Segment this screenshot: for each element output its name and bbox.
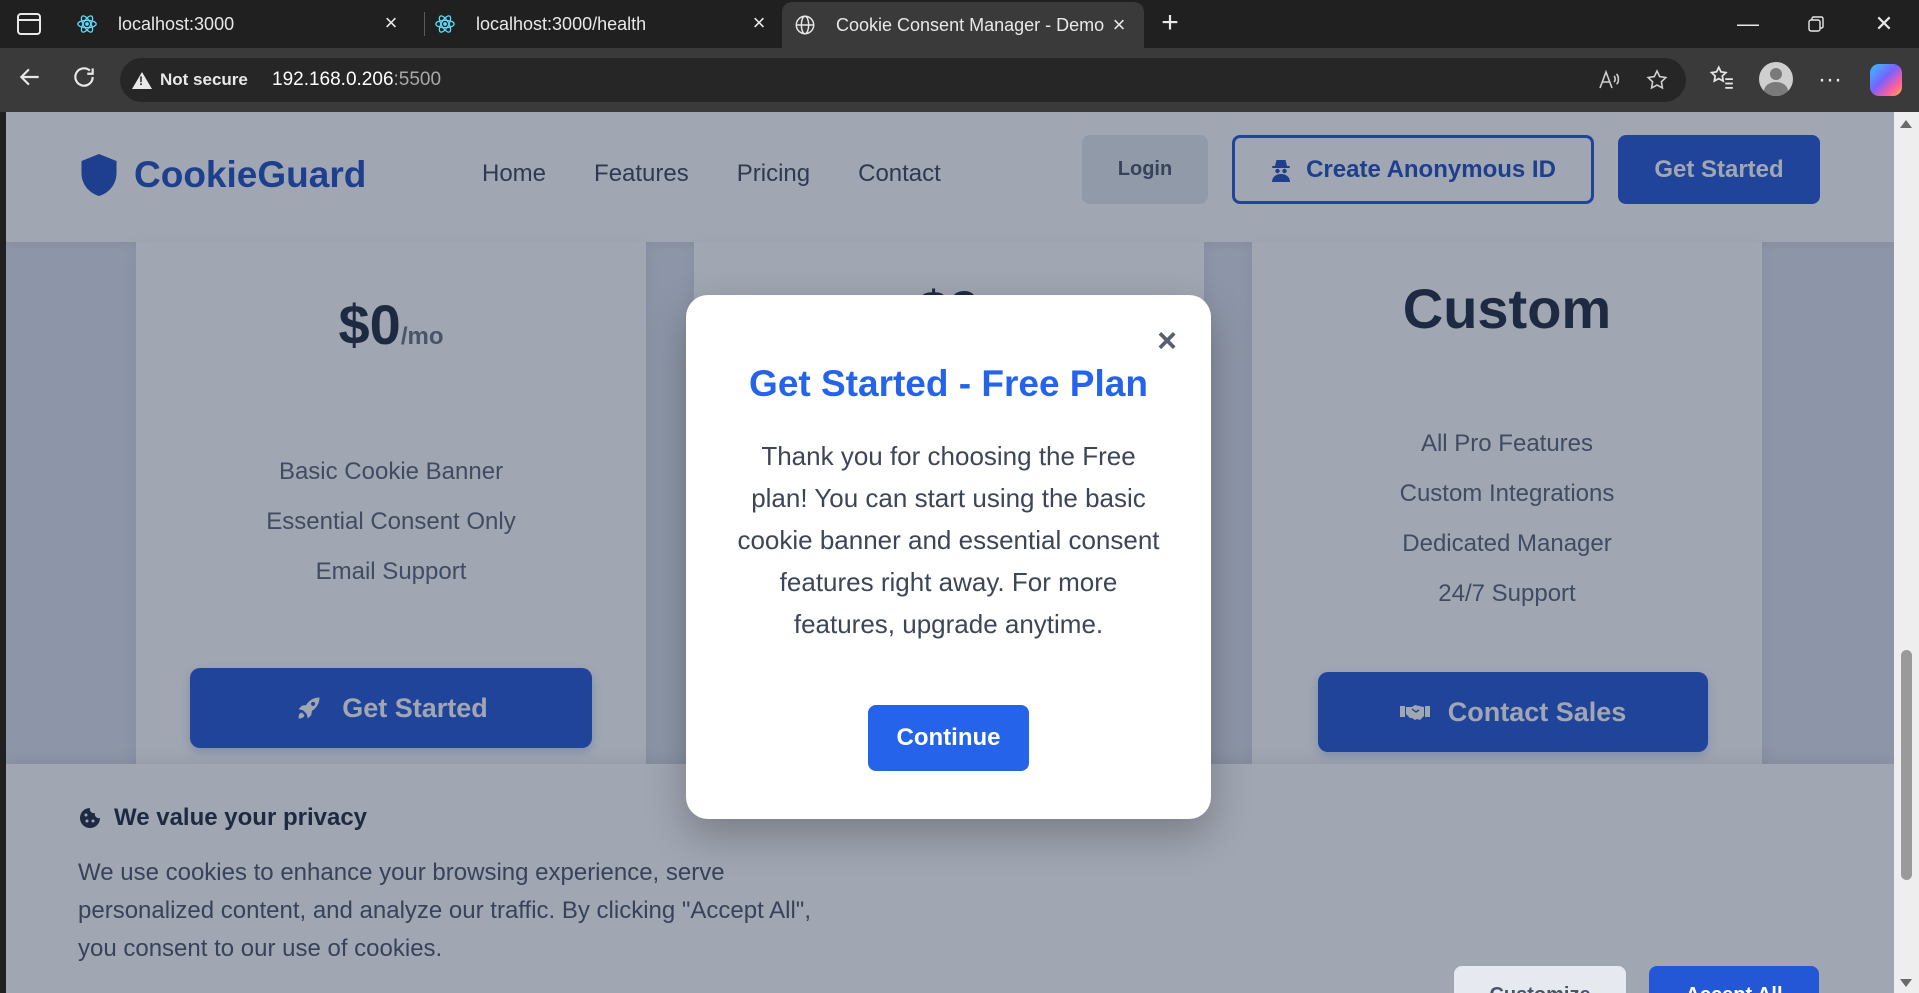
tab-actions-icon[interactable] [16,12,42,36]
close-tab-icon[interactable]: × [748,12,770,34]
url-port: :5500 [393,69,442,90]
accept-all-button[interactable]: Accept All [1649,966,1819,993]
security-indicator[interactable]: Not secure [132,67,248,93]
customize-button[interactable]: Customize [1454,966,1626,993]
new-tab-icon[interactable]: + [1156,8,1184,38]
tab-cookie-consent-demo[interactable]: Cookie Consent Manager - Demo × [782,2,1144,48]
profile-avatar[interactable] [1759,62,1793,96]
tab-title: localhost:3000/health [476,13,647,34]
back-arrow-icon[interactable] [14,64,46,96]
scroll-up-icon[interactable] [1900,120,1912,128]
copilot-icon[interactable] [1870,64,1902,96]
react-icon [434,13,456,35]
modal-body: Thank you for choosing the Free plan! Yo… [737,441,1160,639]
address-bar[interactable]: Not secure 192.168.0.206:5500 [120,58,1686,102]
page-scrollbar[interactable] [1894,112,1919,993]
close-icon[interactable]: × [1153,324,1181,358]
url-host: 192.168.0.206 [272,69,394,90]
close-window-icon[interactable]: ✕ [1850,0,1918,48]
tab-localhost-health[interactable]: localhost:3000/health × [434,0,784,48]
refresh-icon[interactable] [68,64,100,96]
url-text[interactable]: 192.168.0.206:5500 [272,69,441,91]
browser-toolbar: Not secure 192.168.0.206:5500 ··· [0,48,1919,112]
close-tab-icon[interactable]: × [1108,14,1130,36]
read-aloud-icon[interactable] [1596,68,1622,94]
minimize-icon[interactable]: — [1714,0,1782,48]
more-options-icon[interactable]: ··· [1814,64,1846,96]
favorites-icon[interactable] [1706,64,1738,96]
get-started-modal: × Get Started - Free Plan Thank you for … [686,295,1211,819]
close-tab-icon[interactable]: × [380,12,402,34]
react-icon [76,13,98,35]
not-secure-label: Not secure [160,70,248,89]
restore-icon[interactable] [1782,0,1850,48]
globe-icon [794,14,816,36]
tab-title: localhost:3000 [118,13,235,34]
scrollbar-thumb[interactable] [1901,650,1912,880]
scroll-down-icon[interactable] [1900,979,1912,987]
continue-button[interactable]: Continue [868,705,1029,771]
favorite-star-icon[interactable] [1644,68,1670,94]
browser-tab-bar: localhost:3000 × localhost:3000/health ×… [0,0,1919,48]
tab-title: Cookie Consent Manager - Demo [836,14,1105,35]
tab-localhost-3000[interactable]: localhost:3000 × [76,0,416,48]
warning-icon [132,71,152,89]
page-viewport: CookieGuard Home Features Pricing Contac… [6,112,1894,993]
modal-title: Get Started - Free Plan [749,363,1148,404]
